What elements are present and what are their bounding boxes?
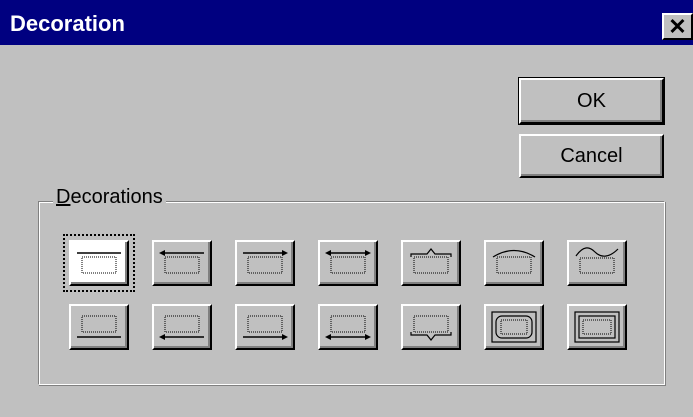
ok-button[interactable]: OK bbox=[518, 77, 665, 125]
top-bracket-decoration-icon bbox=[410, 248, 452, 274]
decoration-tile-1[interactable] bbox=[63, 234, 135, 292]
bottom-bracket-decoration-icon bbox=[410, 315, 452, 341]
rounded-frame-decoration-icon bbox=[491, 311, 537, 343]
cancel-button[interactable]: Cancel bbox=[519, 134, 664, 178]
decoration-tile-12[interactable] bbox=[401, 304, 461, 350]
mnemonic-letter: D bbox=[56, 186, 71, 208]
decoration-tile-8[interactable] bbox=[69, 304, 129, 350]
decoration-tile-13[interactable] bbox=[484, 304, 544, 350]
rectangle-frame-decoration-icon bbox=[574, 311, 620, 343]
close-icon: ✕ bbox=[668, 13, 687, 39]
decoration-tile-11[interactable] bbox=[318, 304, 378, 350]
decorations-group-label-rest: ecorations bbox=[70, 186, 163, 208]
decoration-tile-5[interactable] bbox=[401, 240, 461, 286]
top-wave-decoration-icon bbox=[575, 247, 619, 274]
double-arrow-bottom-decoration-icon bbox=[325, 315, 371, 340]
close-button[interactable]: ✕ bbox=[662, 13, 693, 40]
decoration-tile-10[interactable] bbox=[235, 304, 295, 350]
window-title: Decoration bbox=[10, 11, 125, 36]
decoration-tile-14[interactable] bbox=[567, 304, 627, 350]
decoration-tile-6[interactable] bbox=[484, 240, 544, 286]
decoration-tile-7[interactable] bbox=[567, 240, 627, 286]
decorations-group-label: Decorations bbox=[53, 186, 166, 209]
title-bar: Decoration bbox=[0, 0, 693, 45]
right-arrow-top-decoration-icon bbox=[243, 250, 288, 274]
double-arrow-top-decoration-icon bbox=[325, 250, 371, 274]
decorations-group bbox=[38, 201, 665, 385]
right-arrow-bottom-decoration-icon bbox=[243, 315, 288, 340]
decoration-tile-3[interactable] bbox=[235, 240, 295, 286]
left-arrow-bottom-decoration-icon bbox=[159, 315, 204, 340]
plain-box-decoration-icon bbox=[77, 252, 121, 274]
decoration-tile-2[interactable] bbox=[152, 240, 212, 286]
left-arrow-top-decoration-icon bbox=[159, 250, 204, 274]
decoration-tile-9[interactable] bbox=[152, 304, 212, 350]
top-arc-decoration-icon bbox=[492, 249, 536, 274]
decoration-tile-4[interactable] bbox=[318, 240, 378, 286]
bottom-line-decoration-icon bbox=[77, 315, 121, 338]
